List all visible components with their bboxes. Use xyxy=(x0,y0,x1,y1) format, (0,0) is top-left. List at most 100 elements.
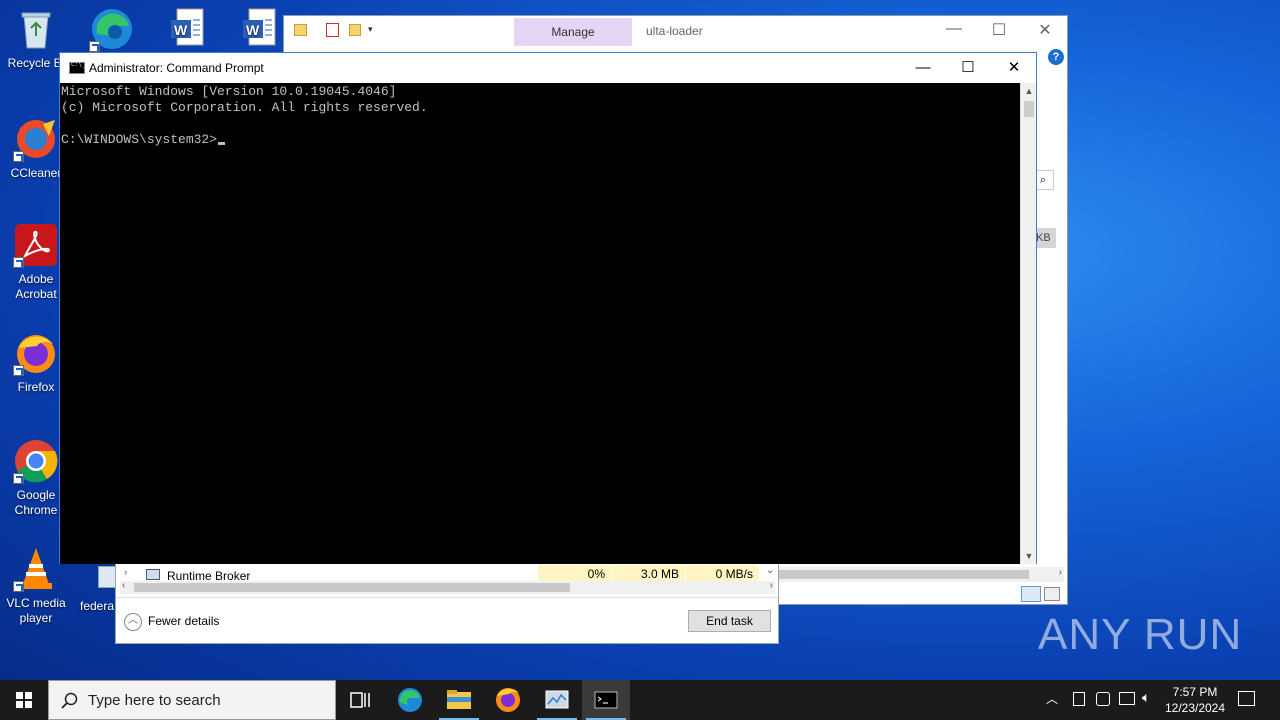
tab-manage[interactable]: Manage xyxy=(514,18,632,46)
close-icon[interactable]: ✕ xyxy=(1025,20,1065,40)
taskbar-edge[interactable] xyxy=(386,680,434,720)
firefox-icon xyxy=(496,688,520,712)
explorer-title: ulta-loader xyxy=(646,24,703,38)
taskbar-clock[interactable]: 7:57 PM 12/23/2024 xyxy=(1160,684,1230,716)
network-icon[interactable] xyxy=(1119,692,1135,705)
desktop-icon-edge[interactable] xyxy=(76,6,148,56)
scrollbar-thumb[interactable] xyxy=(779,570,1029,579)
start-button[interactable] xyxy=(0,680,48,720)
task-manager-icon xyxy=(545,690,569,709)
scrollbar-thumb[interactable] xyxy=(134,583,570,592)
chevron-left-icon[interactable]: ‹ xyxy=(122,580,125,591)
explorer-titlebar[interactable]: ▾ Manage ulta-loader — ☐ ✕ xyxy=(284,16,1067,48)
desktop-icon-label: VLC media xyxy=(6,596,66,610)
console-prompt: C:\WINDOWS\system32> xyxy=(61,132,218,147)
task-view-button[interactable] xyxy=(336,680,384,720)
maximize-icon[interactable]: ☐ xyxy=(945,53,991,83)
chevron-down-icon[interactable]: ▼ xyxy=(1021,548,1037,564)
minimize-icon[interactable]: — xyxy=(900,53,946,83)
battery-icon[interactable] xyxy=(1073,692,1085,706)
desktop-icon-label: federa xyxy=(80,599,115,613)
chevron-up-icon: ︿ xyxy=(124,612,142,631)
table-row[interactable]: › Runtime Broker 0% 3.0 MB 0 MB/s ⌄ xyxy=(116,565,778,583)
cmd-icon xyxy=(594,691,618,709)
adobe-acrobat-icon xyxy=(13,222,59,268)
clock-time: 7:57 PM xyxy=(1172,685,1218,699)
folder-icon xyxy=(294,24,307,36)
device-icon[interactable] xyxy=(1096,692,1110,706)
search-icon xyxy=(61,692,78,709)
close-icon[interactable]: ✕ xyxy=(991,53,1037,83)
clock-date: 12/23/2024 xyxy=(1164,701,1226,715)
fewer-details-button[interactable]: ︿ Fewer details xyxy=(124,611,219,631)
taskbar-search-box[interactable]: Type here to search xyxy=(48,680,336,720)
file-size-cell: KB xyxy=(1036,228,1056,248)
firefox-icon xyxy=(13,330,59,376)
cmd-titlebar[interactable]: Administrator: Command Prompt — ☐ ✕ xyxy=(60,53,1036,83)
horizontal-scrollbar[interactable]: › xyxy=(779,567,1064,582)
svg-text:W: W xyxy=(246,22,260,38)
taskbar-task-manager[interactable] xyxy=(533,680,581,720)
chevron-right-icon[interactable]: › xyxy=(770,580,773,591)
maximize-icon[interactable]: ☐ xyxy=(979,20,1019,40)
chevron-down-icon[interactable]: ▾ xyxy=(368,24,373,35)
cmd-icon xyxy=(69,61,85,74)
chevron-right-icon[interactable]: › xyxy=(1059,567,1062,578)
fewer-details-label: Fewer details xyxy=(148,614,220,628)
task-view-icon xyxy=(350,692,370,708)
desktop-icon-label: player xyxy=(19,611,53,625)
properties-icon[interactable] xyxy=(326,23,339,37)
svg-text:W: W xyxy=(174,22,188,38)
help-icon[interactable]: ? xyxy=(1048,49,1064,65)
windows-logo-icon xyxy=(16,692,32,708)
edge-icon xyxy=(398,688,422,712)
ccleaner-icon xyxy=(13,116,59,162)
minimize-icon[interactable]: — xyxy=(934,20,974,38)
taskbar-command-prompt[interactable] xyxy=(582,680,630,720)
memory-cell: 3.0 MB xyxy=(612,565,685,581)
recycle-bin-icon xyxy=(13,6,59,52)
desktop-icon-word-1[interactable]: W xyxy=(150,6,222,56)
chevron-down-icon[interactable]: ⌄ xyxy=(766,565,774,576)
shortcut-arrow-icon xyxy=(13,473,24,484)
chrome-icon xyxy=(13,438,59,484)
shortcut-arrow-icon xyxy=(13,151,24,162)
chevron-up-icon[interactable]: ▲ xyxy=(1021,83,1037,99)
notifications-icon[interactable] xyxy=(1238,691,1255,706)
edge-icon xyxy=(89,6,135,52)
task-manager-window[interactable]: › Runtime Broker 0% 3.0 MB 0 MB/s ⌄ ‹ › … xyxy=(115,560,779,644)
search-placeholder: Type here to search xyxy=(88,692,221,709)
command-prompt-window[interactable]: Administrator: Command Prompt — ☐ ✕ Micr… xyxy=(59,52,1037,564)
console-line: (c) Microsoft Corporation. All rights re… xyxy=(61,100,428,115)
console-output[interactable]: Microsoft Windows [Version 10.0.19045.40… xyxy=(60,83,1022,564)
volume-icon[interactable]: 🔈︎ xyxy=(1142,689,1150,720)
disk-cell: 0 MB/s xyxy=(686,565,759,581)
word-document-icon: W xyxy=(235,6,281,52)
taskbar-file-explorer[interactable] xyxy=(435,680,483,720)
text-cursor xyxy=(218,142,226,145)
console-prompt-line[interactable]: C:\WINDOWS\system32> xyxy=(61,132,1021,148)
details-view-icon[interactable] xyxy=(1021,586,1041,602)
file-explorer-icon xyxy=(447,690,471,709)
console-line: Microsoft Windows [Version 10.0.19045.40… xyxy=(61,84,397,99)
anyrun-watermark: ANY RUN xyxy=(1038,610,1243,659)
large-icons-view-icon[interactable] xyxy=(1044,587,1060,601)
chevron-right-icon[interactable]: › xyxy=(124,567,127,578)
horizontal-scrollbar[interactable]: ‹ › xyxy=(120,580,775,594)
new-folder-icon[interactable] xyxy=(349,24,361,36)
cmd-title: Administrator: Command Prompt xyxy=(89,61,264,75)
end-task-button[interactable]: End task xyxy=(688,610,771,632)
vlc-icon xyxy=(13,546,59,592)
taskbar-firefox[interactable] xyxy=(484,680,532,720)
shortcut-arrow-icon xyxy=(13,581,24,592)
shortcut-arrow-icon xyxy=(89,41,100,52)
show-hidden-icons-button[interactable]: ︿ xyxy=(1046,690,1062,720)
shortcut-arrow-icon xyxy=(13,257,24,268)
scrollbar-thumb[interactable] xyxy=(1024,101,1034,117)
taskbar: Type here to search ︿ 🔈︎ 7:57 PM 12/23/2… xyxy=(0,680,1280,720)
process-icon xyxy=(146,569,160,580)
cpu-cell: 0% xyxy=(538,565,611,581)
shortcut-arrow-icon xyxy=(13,365,24,376)
vertical-scrollbar[interactable]: ▲ ▼ xyxy=(1020,83,1036,564)
desktop-icon-federa[interactable]: federa xyxy=(78,566,118,618)
